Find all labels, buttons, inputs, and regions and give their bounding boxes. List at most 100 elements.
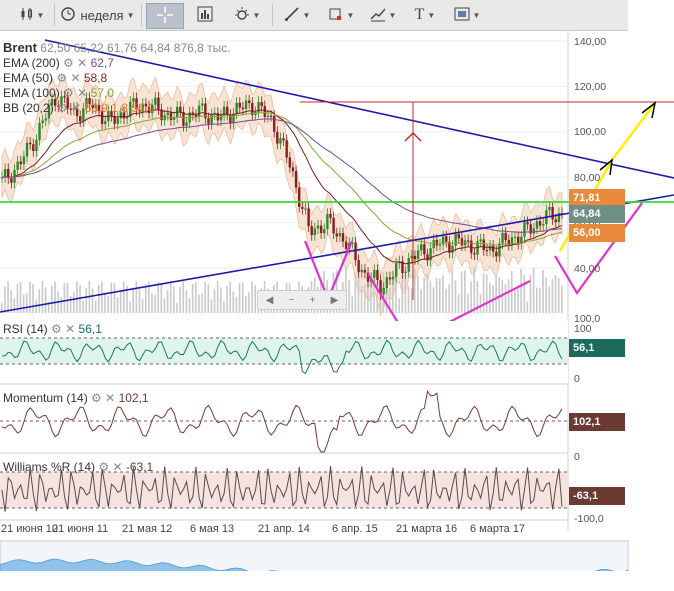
candle-body bbox=[532, 228, 536, 234]
chevron-down-icon: ▼ bbox=[427, 10, 436, 20]
williams-label: Williams %R (14) bbox=[3, 460, 96, 474]
candle-body bbox=[263, 106, 266, 117]
momentum-legend[interactable]: Momentum (14) ⚙ ✕ 102,1 bbox=[3, 391, 149, 405]
price-badge-last: 64,84 bbox=[569, 205, 625, 223]
candle-body bbox=[466, 240, 470, 242]
volume-bar bbox=[185, 290, 188, 313]
candle-body bbox=[485, 250, 489, 252]
candle-body bbox=[341, 233, 345, 242]
candle-body bbox=[279, 138, 282, 144]
ema50-legend[interactable]: EMA (50) ⚙ ✕ 58,8 bbox=[3, 71, 107, 85]
candle-body bbox=[276, 131, 279, 144]
volume-bar bbox=[542, 269, 544, 313]
zoom-in-icon[interactable]: + bbox=[310, 295, 316, 306]
candle-body bbox=[266, 115, 270, 117]
volume-bar bbox=[426, 272, 429, 313]
bb-legend[interactable]: BB (20,2) ⚙ ✕ 63,9 1,8 56,0 bbox=[3, 101, 155, 115]
williams-legend[interactable]: Williams %R (14) ⚙ ✕ -63,1 bbox=[3, 460, 153, 474]
toolbar-divider bbox=[272, 4, 273, 26]
volume-bar bbox=[135, 281, 138, 313]
crosshair-button[interactable] bbox=[146, 3, 184, 29]
candle-body bbox=[244, 100, 248, 110]
volume-bar bbox=[360, 285, 363, 313]
volume-bar bbox=[151, 293, 153, 313]
volume-bar bbox=[532, 268, 535, 313]
volume-bar bbox=[435, 278, 438, 313]
volume-bar bbox=[85, 288, 88, 313]
candle-body bbox=[22, 156, 26, 165]
candle-body bbox=[332, 217, 335, 234]
candle-body bbox=[294, 171, 298, 188]
ema200-value: 62,7 bbox=[90, 56, 114, 70]
template-button[interactable]: ▼ bbox=[450, 3, 484, 27]
volume-bar bbox=[351, 296, 353, 313]
close-icon[interactable]: ✕ bbox=[65, 322, 75, 336]
close-icon[interactable]: ✕ bbox=[105, 391, 115, 405]
clock-icon bbox=[61, 6, 76, 24]
gear-icon[interactable]: ⚙ bbox=[98, 460, 109, 474]
candle-body bbox=[407, 258, 410, 272]
gear-icon[interactable]: ⚙ bbox=[91, 391, 102, 405]
volume-bar bbox=[13, 298, 16, 313]
draw-line-button[interactable]: ▼ bbox=[280, 3, 314, 27]
x-tick: 21 июня 10 bbox=[1, 523, 59, 535]
trendline-icon bbox=[370, 6, 386, 25]
toolbar-divider bbox=[54, 4, 55, 26]
period-dropdown[interactable]: неделя ▼ bbox=[58, 3, 138, 27]
candle-body bbox=[28, 142, 32, 145]
volume-bar bbox=[423, 278, 425, 313]
ema200-legend[interactable]: EMA (200) ⚙ ✕ 62,7 bbox=[3, 56, 114, 70]
gear-icon[interactable]: ⚙ bbox=[57, 101, 68, 115]
volume-bar bbox=[417, 275, 419, 313]
chart-settings-button[interactable] bbox=[190, 3, 220, 27]
navigator-panel[interactable] bbox=[0, 540, 629, 571]
pencil-icon bbox=[284, 6, 300, 25]
candle-body bbox=[201, 103, 204, 106]
candle-body bbox=[542, 224, 545, 226]
candle-body bbox=[416, 250, 420, 260]
zoom-out-icon[interactable]: − bbox=[289, 295, 295, 306]
gear-icon[interactable]: ⚙ bbox=[63, 86, 74, 100]
volume-bar bbox=[457, 294, 460, 313]
x-tick: 21 марта 16 bbox=[396, 523, 458, 535]
gear-icon[interactable]: ⚙ bbox=[56, 71, 67, 85]
scroll-right-icon[interactable]: ▶ bbox=[331, 295, 339, 306]
candle-body bbox=[344, 241, 348, 249]
rsi-tick-top: 100 bbox=[574, 323, 592, 335]
volume-bar bbox=[201, 293, 203, 313]
volume-bar bbox=[507, 279, 510, 313]
scroll-left-icon[interactable]: ◀ bbox=[266, 295, 274, 306]
williams-panel bbox=[0, 466, 568, 521]
candle-body bbox=[482, 239, 485, 251]
candle-body bbox=[19, 161, 22, 165]
close-icon[interactable]: ✕ bbox=[77, 86, 87, 100]
rsi-legend[interactable]: RSI (14) ⚙ ✕ 56,1 bbox=[3, 322, 102, 336]
text-tool-button[interactable]: T ▼ bbox=[408, 3, 442, 27]
close-icon[interactable]: ✕ bbox=[71, 101, 81, 115]
volume-bar bbox=[554, 275, 557, 313]
close-icon[interactable]: ✕ bbox=[112, 460, 122, 474]
momentum-tick: 0 bbox=[574, 451, 580, 463]
volume-bar bbox=[467, 294, 469, 313]
gear-icon[interactable]: ⚙ bbox=[63, 56, 74, 70]
rsi-value: 56,1 bbox=[78, 322, 102, 336]
close-icon[interactable]: ✕ bbox=[77, 56, 87, 70]
candle-body bbox=[238, 102, 241, 108]
close-icon[interactable]: ✕ bbox=[70, 71, 80, 85]
gear-icon[interactable]: ⚙ bbox=[51, 322, 62, 336]
shapes-button[interactable]: ▼ bbox=[324, 3, 358, 27]
x-tick: 21 июня 11 bbox=[52, 523, 109, 535]
bb-label: BB (20,2) bbox=[3, 101, 54, 115]
volume-bar bbox=[241, 282, 244, 313]
volume-bar bbox=[176, 302, 178, 313]
volume-bar bbox=[529, 275, 532, 313]
volume-bar bbox=[448, 284, 450, 313]
zoom-control[interactable]: ◀ − + ▶ bbox=[257, 290, 347, 310]
trendline-button[interactable]: ▼ bbox=[366, 3, 400, 27]
chevron-down-icon: ▼ bbox=[302, 10, 311, 20]
ema100-legend[interactable]: EMA (100) ⚙ ✕ 57,0 bbox=[3, 86, 114, 100]
candle-body bbox=[298, 187, 301, 207]
indicators-button[interactable]: ▼ bbox=[228, 3, 266, 27]
chart-type-button[interactable]: ▼ bbox=[14, 3, 50, 27]
candle-body bbox=[35, 139, 38, 152]
